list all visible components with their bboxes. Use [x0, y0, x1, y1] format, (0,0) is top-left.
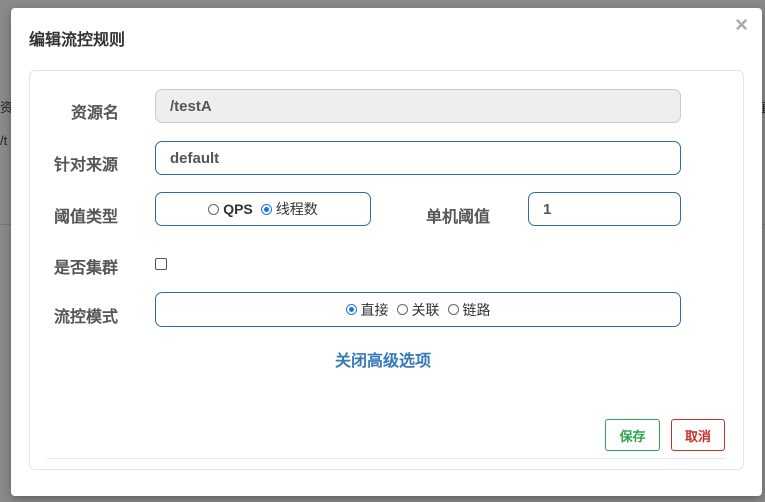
- toggle-advanced-link[interactable]: 关闭高级选项: [335, 347, 431, 371]
- chain-label: 链路: [462, 301, 491, 318]
- flow-mode-direct[interactable]: 直接: [345, 300, 389, 320]
- threshold-type-threads[interactable]: 线程数: [260, 199, 318, 219]
- threshold-type-qps[interactable]: QPS: [208, 201, 253, 217]
- qps-label: QPS: [223, 201, 253, 217]
- cluster-checkbox[interactable]: [155, 258, 167, 270]
- flow-mode-chain[interactable]: 链路: [447, 300, 491, 320]
- dialog-title: 编辑流控规则: [29, 32, 126, 49]
- radio-direct[interactable]: [345, 304, 357, 315]
- flow-mode-group: 直接 关联 链路: [155, 292, 681, 327]
- single-threshold-input[interactable]: 1: [528, 192, 681, 226]
- single-threshold-label: 单机阈值: [426, 209, 491, 226]
- resource-label: 资源名: [71, 105, 120, 122]
- radio-qps[interactable]: [208, 203, 220, 215]
- cluster-label: 是否集群: [54, 260, 119, 277]
- radio-chain[interactable]: [447, 304, 459, 315]
- cancel-button[interactable]: 取消: [671, 419, 725, 451]
- radio-threads[interactable]: [260, 203, 272, 215]
- radio-related[interactable]: [396, 304, 408, 315]
- save-button[interactable]: 保存: [605, 419, 660, 451]
- footer-divider: [47, 458, 726, 459]
- threads-label: 线程数: [275, 201, 318, 217]
- origin-input[interactable]: default: [155, 141, 681, 175]
- bg-cell-value: /t: [0, 133, 8, 148]
- flow-mode-related[interactable]: 关联: [396, 300, 440, 320]
- origin-value: default: [170, 149, 220, 167]
- threshold-type-label: 阈值类型: [54, 209, 119, 226]
- related-label: 关联: [411, 301, 440, 318]
- direct-label: 直接: [360, 301, 389, 318]
- form-panel: 资源名 /testA 针对来源 default 阈值类型 QPS 线程数 单机阈…: [29, 70, 744, 470]
- origin-label: 针对来源: [54, 157, 119, 174]
- resource-value: /testA: [170, 97, 212, 115]
- close-icon[interactable]: ×: [735, 14, 748, 36]
- flow-mode-label: 流控模式: [54, 309, 119, 326]
- edit-flow-rule-dialog: 编辑流控规则 × 资源名 /testA 针对来源 default 阈值类型 QP…: [11, 8, 762, 496]
- resource-input: /testA: [155, 89, 681, 123]
- threshold-type-group: QPS 线程数: [155, 192, 371, 226]
- single-threshold-value: 1: [543, 200, 552, 218]
